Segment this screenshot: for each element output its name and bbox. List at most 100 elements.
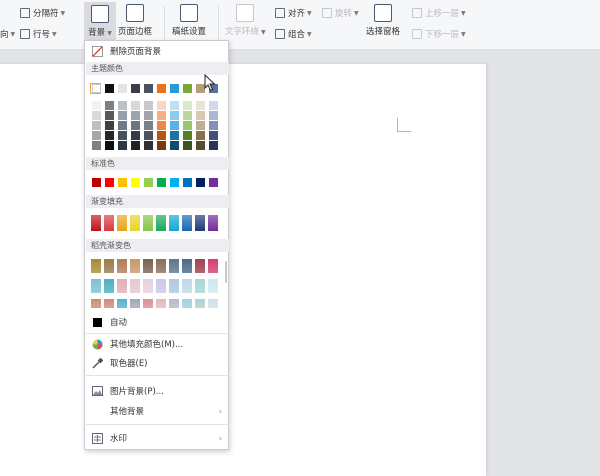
texture-gradient-swatch[interactable] [208,279,218,293]
theme-shade-swatch[interactable] [157,131,166,140]
texture-gradient-swatch[interactable] [117,299,127,308]
theme-color-swatch[interactable] [92,84,101,93]
texture-gradient-swatch[interactable] [156,299,166,308]
texture-gradient-swatch[interactable] [195,299,205,308]
texture-gradient-swatch[interactable] [156,279,166,293]
standard-color-swatch[interactable] [105,178,114,187]
theme-shade-swatch[interactable] [105,131,114,140]
theme-shade-swatch[interactable] [131,111,140,120]
standard-color-swatch[interactable] [183,178,192,187]
theme-shade-swatch[interactable] [118,141,127,150]
standard-color-swatch[interactable] [144,178,153,187]
theme-shade-swatch[interactable] [157,111,166,120]
texture-gradient-swatch[interactable] [169,299,179,308]
theme-shade-swatch[interactable] [105,101,114,110]
standard-color-swatch[interactable] [196,178,205,187]
texture-gradient-swatch[interactable] [182,259,192,273]
theme-shade-swatch[interactable] [170,121,179,130]
theme-shade-swatch[interactable] [144,121,153,130]
theme-color-swatch[interactable] [105,84,114,93]
watermark-item[interactable]: 水印 › [85,429,228,447]
theme-shade-swatch[interactable] [157,101,166,110]
gradient-fill-swatch[interactable] [208,215,218,231]
text-wrap-button[interactable]: 文字环绕 ▼ [225,4,266,37]
separator-button[interactable]: 分隔符 ▼ [20,7,65,19]
gradient-fill-swatch[interactable] [156,215,166,231]
theme-shade-swatch[interactable] [209,101,218,110]
theme-color-swatch[interactable] [157,84,166,93]
theme-shade-swatch[interactable] [157,141,166,150]
theme-color-swatch[interactable] [170,84,179,93]
standard-color-swatch[interactable] [131,178,140,187]
theme-shade-swatch[interactable] [170,111,179,120]
theme-shade-swatch[interactable] [118,111,127,120]
texture-gradient-swatch[interactable] [208,259,218,273]
theme-shade-swatch[interactable] [144,111,153,120]
picture-background-item[interactable]: 图片背景(P)... [85,382,228,400]
group-button[interactable]: 组合 ▼ [275,28,312,40]
theme-color-swatch[interactable] [131,84,140,93]
theme-shade-swatch[interactable] [183,121,192,130]
theme-shade-swatch[interactable] [183,101,192,110]
theme-shade-swatch[interactable] [131,121,140,130]
line-number-button[interactable]: 行号 ▼ [20,28,57,40]
texture-gradient-swatch[interactable] [143,299,153,308]
theme-shade-swatch[interactable] [118,131,127,140]
texture-gradient-swatch[interactable] [91,299,101,308]
texture-gradient-swatch[interactable] [208,299,218,308]
align-button[interactable]: 对齐 ▼ [275,7,312,19]
theme-shade-swatch[interactable] [92,131,101,140]
theme-color-swatch[interactable] [118,84,127,93]
theme-shade-swatch[interactable] [118,101,127,110]
other-fill-color-item[interactable]: 其他填充颜色(M)... [85,335,228,353]
rotate-button[interactable]: 旋转 ▼ [322,7,359,19]
gradient-fill-swatch[interactable] [182,215,192,231]
text-direction-button[interactable]: 向 ▼ [0,28,15,40]
remove-background-item[interactable]: 删除页面背景 [85,42,228,60]
eyedropper-item[interactable]: 取色器(E) [85,354,228,372]
texture-gradient-swatch[interactable] [130,279,140,293]
theme-shade-swatch[interactable] [196,141,205,150]
theme-shade-swatch[interactable] [183,141,192,150]
texture-gradient-swatch[interactable] [104,279,114,293]
texture-gradient-swatch[interactable] [169,259,179,273]
theme-shade-swatch[interactable] [196,121,205,130]
texture-gradient-swatch[interactable] [169,279,179,293]
gradient-fill-swatch[interactable] [91,215,101,231]
gradient-fill-swatch[interactable] [130,215,140,231]
theme-shade-swatch[interactable] [183,131,192,140]
send-backward-button[interactable]: 下移一层 ▼ [412,28,466,40]
theme-shade-swatch[interactable] [92,141,101,150]
theme-shade-swatch[interactable] [183,111,192,120]
gradient-fill-swatch[interactable] [169,215,179,231]
texture-gradient-swatch[interactable] [143,259,153,273]
texture-gradient-swatch[interactable] [130,299,140,308]
theme-shade-swatch[interactable] [92,101,101,110]
texture-gradient-swatch[interactable] [156,259,166,273]
bring-forward-button[interactable]: 上移一层 ▼ [412,7,466,19]
theme-shade-swatch[interactable] [144,141,153,150]
theme-shade-swatch[interactable] [170,141,179,150]
gradient-fill-swatch[interactable] [104,215,114,231]
page-border-button[interactable]: 页面边框 [118,4,152,37]
theme-shade-swatch[interactable] [209,121,218,130]
standard-color-swatch[interactable] [92,178,101,187]
theme-shade-swatch[interactable] [105,141,114,150]
theme-shade-swatch[interactable] [131,101,140,110]
theme-shade-swatch[interactable] [196,131,205,140]
theme-shade-swatch[interactable] [196,111,205,120]
theme-shade-swatch[interactable] [92,111,101,120]
theme-shade-swatch[interactable] [144,101,153,110]
standard-color-swatch[interactable] [209,178,218,187]
document-page[interactable] [0,64,486,476]
texture-gradient-swatch[interactable] [182,299,192,308]
texture-gradient-swatch[interactable] [91,279,101,293]
texture-gradient-swatch[interactable] [117,279,127,293]
theme-shade-swatch[interactable] [170,101,179,110]
gradient-fill-swatch[interactable] [117,215,127,231]
theme-color-swatch[interactable] [183,84,192,93]
manuscript-settings-button[interactable]: 稿纸设置 [172,4,206,37]
select-pane-button[interactable]: 选择窗格 [366,4,400,37]
texture-gradient-swatch[interactable] [143,279,153,293]
texture-gradient-swatch[interactable] [104,299,114,308]
